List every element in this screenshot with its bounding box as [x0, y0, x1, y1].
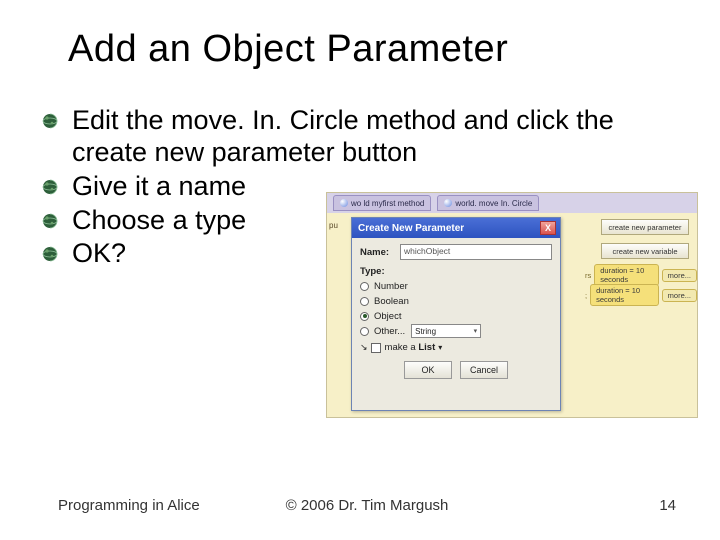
- slide-title: Add an Object Parameter: [0, 0, 720, 71]
- more-tag[interactable]: more...: [662, 289, 697, 302]
- radio-label: Number: [374, 281, 408, 292]
- list-word: List: [418, 342, 435, 353]
- alice-screenshot: wo ld myfirst method world. move In. Cir…: [326, 192, 698, 418]
- tab-myfirstmethod[interactable]: wo ld myfirst method: [333, 195, 431, 211]
- bullet-text: Give it a name: [72, 171, 246, 201]
- footer-page-number: 14: [470, 497, 682, 514]
- create-new-parameter-button[interactable]: create new parameter: [601, 219, 689, 235]
- name-label: Name:: [360, 247, 400, 258]
- close-icon[interactable]: X: [540, 221, 556, 235]
- instruction-row: rs duration = 10 seconds more...: [585, 267, 697, 283]
- other-type-select[interactable]: String ▾: [411, 324, 481, 338]
- chevron-down-icon: ▾: [474, 327, 478, 335]
- tab-label: wo ld myfirst method: [351, 199, 424, 208]
- make-list-checkbox[interactable]: [371, 343, 381, 353]
- make-list-row: ↘ make a List ▾: [360, 342, 552, 353]
- chevron-down-icon: ▾: [438, 343, 442, 352]
- sphere-icon: [444, 199, 452, 207]
- row-prefix: rs: [585, 271, 591, 280]
- radio-number[interactable]: Number: [360, 279, 552, 293]
- globe-icon: [42, 246, 58, 262]
- globe-icon: [42, 179, 58, 195]
- slide-footer: Programming in Alice © 2006 Dr. Tim Marg…: [0, 497, 720, 514]
- bullet-text: OK?: [72, 238, 126, 268]
- select-value: String: [415, 327, 436, 336]
- radio-boolean[interactable]: Boolean: [360, 294, 552, 308]
- sphere-icon: [340, 199, 348, 207]
- radio-other[interactable]: Other... String ▾: [360, 324, 552, 338]
- truncated-label: pu: [329, 221, 338, 230]
- globe-icon: [42, 213, 58, 229]
- duration-tag[interactable]: duration = 10 seconds: [594, 264, 658, 286]
- bullet-text: Edit the move. In. Circle method and cli…: [72, 105, 614, 167]
- cancel-button[interactable]: Cancel: [460, 361, 508, 379]
- row-prefix: ;: [585, 291, 587, 300]
- radio-label: Other...: [374, 326, 405, 337]
- footer-center: © 2006 Dr. Tim Margush: [264, 497, 470, 514]
- bullet-text: Choose a type: [72, 205, 246, 235]
- create-new-variable-button[interactable]: create new variable: [601, 243, 689, 259]
- name-field[interactable]: whichObject: [400, 244, 552, 260]
- ok-button[interactable]: OK: [404, 361, 452, 379]
- create-new-parameter-dialog: Create New Parameter X Name: whichObject…: [351, 217, 561, 411]
- tab-label: world. move In. Circle: [455, 199, 532, 208]
- arrow-icon: ↘: [360, 342, 368, 353]
- footer-left: Programming in Alice: [58, 497, 264, 514]
- dialog-body: Name: whichObject Type: Number Boolean O…: [352, 238, 560, 385]
- dialog-title-text: Create New Parameter: [358, 223, 464, 234]
- type-label: Type:: [360, 266, 552, 277]
- method-tabs: wo ld myfirst method world. move In. Cir…: [327, 193, 697, 213]
- globe-icon: [42, 113, 58, 129]
- bullet-item: Edit the move. In. Circle method and cli…: [38, 105, 696, 169]
- radio-object[interactable]: Object: [360, 309, 552, 323]
- dialog-titlebar: Create New Parameter X: [352, 218, 560, 238]
- make-list-label: make a: [385, 342, 416, 353]
- duration-tag[interactable]: duration = 10 seconds: [590, 284, 659, 306]
- more-tag[interactable]: more...: [662, 269, 697, 282]
- instruction-row: ; duration = 10 seconds more...: [585, 287, 697, 303]
- tab-moveincircle[interactable]: world. move In. Circle: [437, 195, 539, 211]
- radio-label: Object: [374, 311, 401, 322]
- radio-label: Boolean: [374, 296, 409, 307]
